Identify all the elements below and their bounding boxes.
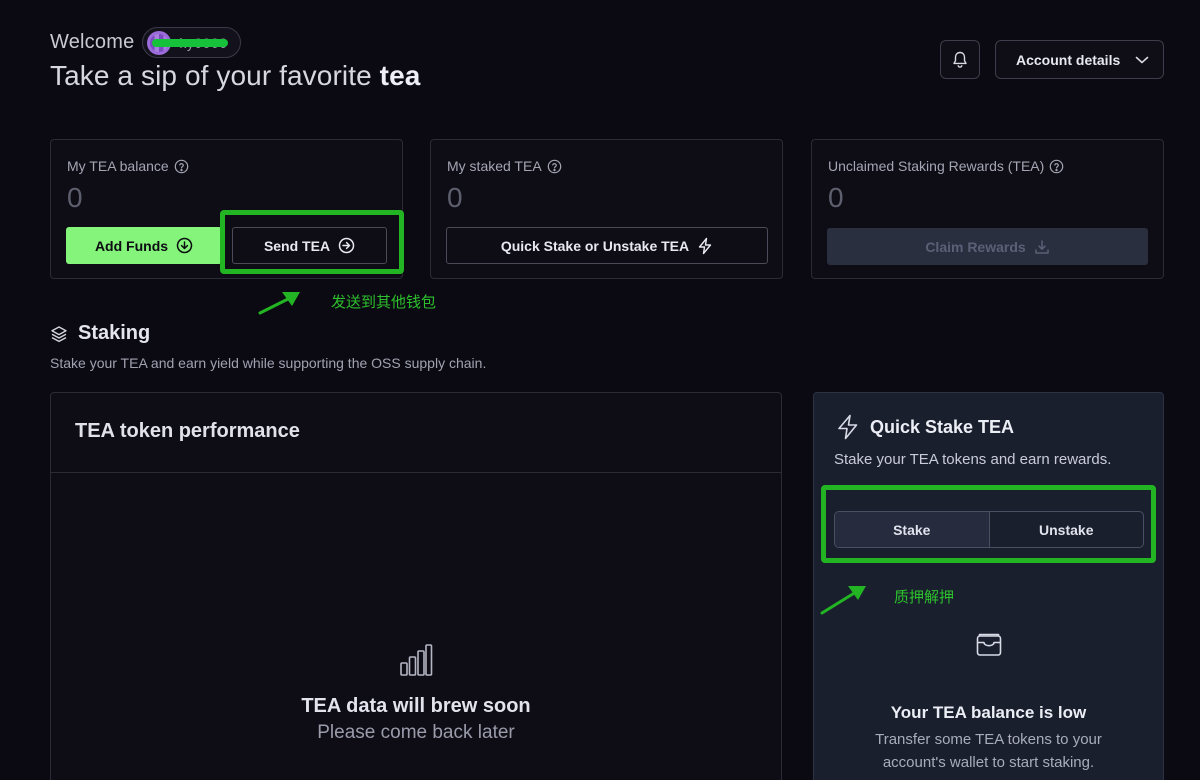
performance-empty-subtitle: Please come back later <box>317 722 515 743</box>
annotation-arrow-icon <box>820 586 866 615</box>
wallet-icon <box>976 633 1002 656</box>
claim-rewards-button: Claim Rewards <box>827 228 1148 265</box>
quick-stake-title: Quick Stake TEA <box>870 416 1015 437</box>
quick-stake-heading: Quick Stake TEA <box>836 414 1014 440</box>
token-performance-panel: TEA token performance TEA data will brew… <box>50 392 782 780</box>
unclaimed-rewards-card: Unclaimed Staking Rewards (TEA) 0 Claim … <box>811 139 1164 279</box>
low-balance-subtitle: Transfer some TEA tokens to your account… <box>875 731 1102 771</box>
help-icon[interactable] <box>1049 159 1064 174</box>
help-icon[interactable] <box>174 159 189 174</box>
redaction-mark <box>151 38 228 47</box>
staked-tea-value: 0 <box>447 182 463 213</box>
performance-empty-title: TEA data will brew soon <box>301 695 531 717</box>
staking-title: Staking <box>78 322 151 344</box>
quick-stake-button[interactable]: Quick Stake or Unstake TEA <box>446 227 768 264</box>
add-funds-label: Add Funds <box>94 237 169 254</box>
add-funds-button[interactable]: Add Funds <box>66 227 222 264</box>
help-icon[interactable] <box>547 159 562 174</box>
user-pill[interactable]: ky0000 <box>142 27 241 58</box>
account-details-button[interactable]: Account details <box>995 40 1164 79</box>
lightning-icon <box>698 237 712 254</box>
tea-balance-label: My TEA balance <box>67 158 189 174</box>
stake-annotation: 质押解押 <box>894 589 955 606</box>
quick-stake-label: Quick Stake or Unstake TEA <box>500 237 690 254</box>
layers-icon <box>51 325 67 342</box>
unclaimed-rewards-label: Unclaimed Staking Rewards (TEA) <box>828 158 1064 174</box>
quick-stake-subtitle: Stake your TEA tokens and earn rewards. <box>834 451 1112 468</box>
account-details-label: Account details <box>1016 51 1121 68</box>
send-annotation: 发送到其他钱包 <box>331 294 437 311</box>
claim-rewards-label: Claim Rewards <box>925 238 1026 255</box>
arrow-down-circle-icon <box>176 237 193 254</box>
welcome-row: Welcome ky0000 <box>50 27 241 58</box>
bell-icon <box>953 51 967 68</box>
username: ky0000 <box>151 35 228 51</box>
notifications-button[interactable] <box>940 40 980 79</box>
tea-balance-value: 0 <box>67 182 83 213</box>
unclaimed-rewards-value: 0 <box>828 182 844 213</box>
chevron-down-icon <box>1135 56 1149 63</box>
page-title: Take a sip of your favorite tea <box>50 60 421 91</box>
bar-chart-icon <box>400 644 433 676</box>
annotation-arrow-icon <box>258 292 300 315</box>
staked-tea-card: My staked TEA 0 Quick Stake or Unstake T… <box>430 139 783 279</box>
staking-heading: Staking <box>50 322 150 345</box>
staked-tea-label: My staked TEA <box>447 158 562 174</box>
lightning-icon <box>838 414 858 440</box>
welcome-text: Welcome <box>50 31 135 53</box>
performance-empty-state: TEA data will brew soon Please come back… <box>51 643 781 744</box>
send-tea-highlight <box>220 210 404 274</box>
low-balance-title: Your TEA balance is low <box>890 703 1087 722</box>
stake-toggle-highlight <box>821 485 1156 563</box>
staking-subtitle: Stake your TEA and earn yield while supp… <box>50 355 487 371</box>
download-icon <box>1034 239 1049 254</box>
token-performance-title: TEA token performance <box>51 393 781 473</box>
